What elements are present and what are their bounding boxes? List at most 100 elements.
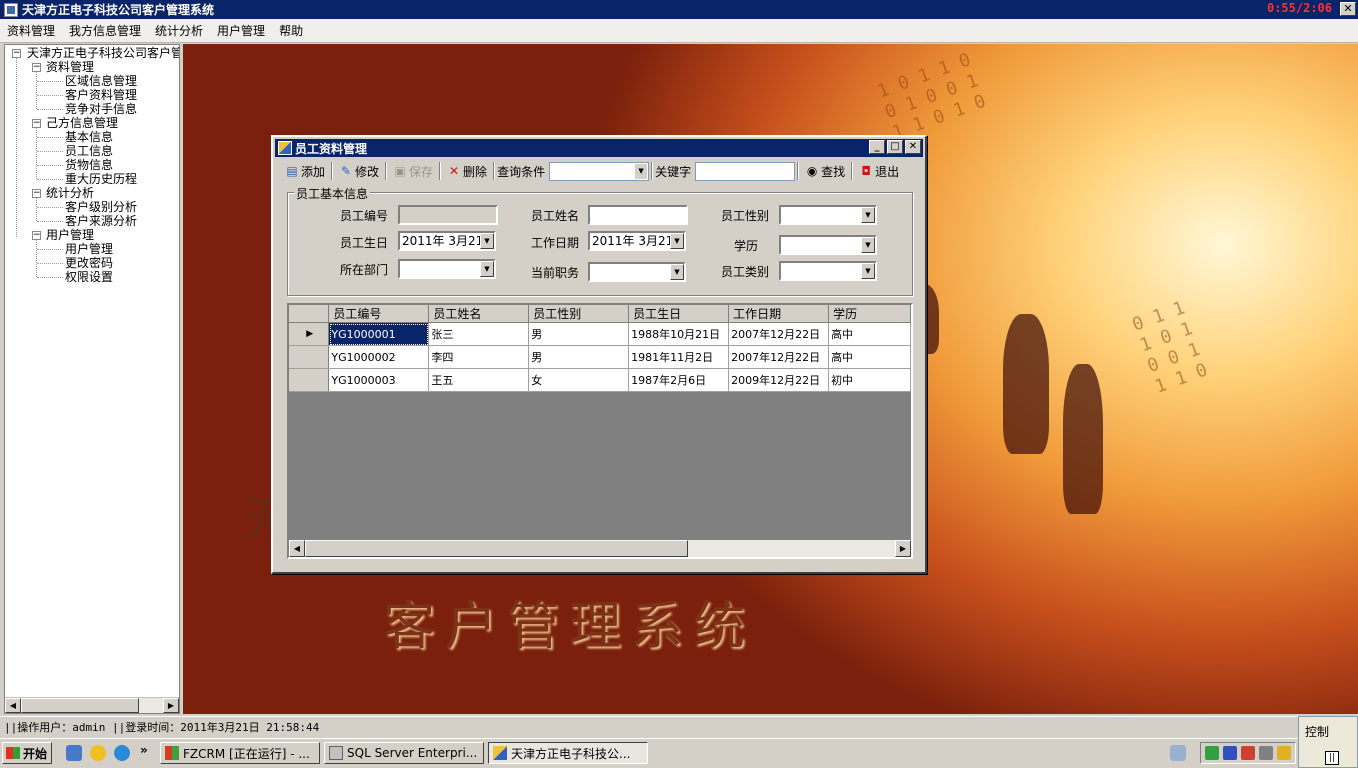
table-row[interactable]: YG1000003 王五 女 1987年2月6日 2009年12月22日 初中	[289, 368, 911, 392]
keyword-input[interactable]	[695, 161, 796, 181]
tray-status-icon[interactable]	[1205, 746, 1219, 760]
table-cell[interactable]: 2007年12月22日	[728, 345, 830, 369]
emp-type-select[interactable]: ▼	[779, 261, 877, 281]
table-cell[interactable]: 张三	[428, 322, 530, 346]
table-cell[interactable]: 2009年12月22日	[728, 368, 830, 392]
tree-item-basic-info[interactable]: 基本信息	[65, 130, 113, 144]
tree-item-source-analysis[interactable]: 客户来源分析	[65, 214, 137, 228]
minimize-icon[interactable]: _	[869, 140, 885, 154]
chevron-down-icon[interactable]: ▼	[861, 237, 875, 253]
tree-item-customer[interactable]: 客户资料管理	[65, 88, 137, 102]
table-cell[interactable]: 1981年11月2日	[628, 345, 730, 369]
network-icon[interactable]	[1170, 745, 1186, 761]
tree-node-statistics[interactable]: 统计分析	[46, 186, 94, 200]
tree-item-goods-info[interactable]: 货物信息	[65, 158, 113, 172]
menu-statistics[interactable]: 统计分析	[148, 22, 210, 39]
scroll-thumb[interactable]	[21, 698, 139, 713]
exit-button[interactable]: ◘ 退出	[855, 161, 903, 181]
tree-node-data-management[interactable]: 资料管理	[46, 60, 94, 74]
position-select[interactable]: ▼	[588, 262, 686, 282]
chevron-down-icon[interactable]: ▼	[480, 261, 494, 277]
tree-node-user-management[interactable]: 用户管理	[46, 228, 94, 242]
table-row[interactable]: YG1000002 李四 男 1981年11月2日 2007年12月22日 高中	[289, 345, 911, 369]
table-cell[interactable]: 李四	[428, 345, 530, 369]
collapse-icon[interactable]: −	[12, 49, 21, 58]
column-header[interactable]: 员工生日	[628, 305, 730, 323]
delete-button[interactable]: ✕ 删除	[443, 161, 491, 181]
tree-item-permissions[interactable]: 权限设置	[65, 270, 113, 284]
table-row[interactable]: ▶ YG1000001 张三 男 1988年10月21日 2007年12月22日…	[289, 322, 911, 346]
menu-user-management[interactable]: 用户管理	[210, 22, 272, 39]
scroll-right-icon[interactable]: ▶	[895, 540, 911, 557]
scroll-left-icon[interactable]: ◀	[289, 540, 305, 557]
tray-speaker-icon[interactable]	[1259, 746, 1273, 760]
emp-id-field[interactable]	[398, 205, 498, 225]
table-cell[interactable]: 男	[528, 345, 630, 369]
current-row-icon[interactable]: ▶	[289, 322, 330, 346]
table-cell[interactable]: 女	[528, 368, 630, 392]
table-cell[interactable]: 2007年12月22日	[728, 322, 830, 346]
table-cell[interactable]: 1988年10月21日	[628, 322, 730, 346]
chevron-down-icon[interactable]: ▼	[861, 207, 875, 223]
qq-icon[interactable]	[90, 745, 106, 761]
collapse-icon[interactable]: −	[32, 119, 41, 128]
column-header[interactable]: 学历	[828, 305, 911, 323]
chevron-down-icon[interactable]: ▼	[480, 233, 494, 249]
collapse-icon[interactable]: −	[32, 231, 41, 240]
tree-horizontal-scrollbar[interactable]: ◀ ▶	[5, 697, 179, 713]
add-button[interactable]: ▤ 添加	[281, 161, 329, 181]
desktop-icon[interactable]	[66, 745, 82, 761]
row-header[interactable]	[289, 368, 330, 392]
task-sql-server[interactable]: SQL Server Enterpri...	[324, 742, 484, 764]
scroll-right-icon[interactable]: ▶	[163, 698, 179, 713]
table-cell[interactable]: 初中	[828, 368, 911, 392]
column-header[interactable]: 员工编号	[328, 305, 430, 323]
table-cell[interactable]: 高中	[828, 322, 911, 346]
education-select[interactable]: ▼	[779, 235, 877, 255]
start-button[interactable]: 开始	[2, 742, 52, 764]
work-date-picker[interactable]: 2011年 3月21日 ▼	[588, 231, 686, 251]
tree-item-user-management[interactable]: 用户管理	[65, 242, 113, 256]
tree-item-history[interactable]: 重大历史历程	[65, 172, 137, 186]
chevron-down-icon[interactable]: ▼	[861, 263, 875, 279]
edit-button[interactable]: ✎ 修改	[335, 161, 383, 181]
chevron-down-icon[interactable]: ▼	[670, 264, 684, 280]
ie-icon[interactable]	[114, 745, 130, 761]
close-icon[interactable]: ✕	[905, 140, 921, 154]
maximize-icon[interactable]: □	[887, 140, 903, 154]
menu-data-management[interactable]: 资料管理	[0, 22, 62, 39]
table-cell[interactable]: 王五	[428, 368, 530, 392]
task-crm-app[interactable]: 天津方正电子科技公...	[488, 742, 648, 764]
navigation-tree[interactable]: − 天津方正电子科技公司客户管 − 资料管理 区域信息管理 客户资料管理 竞争对…	[4, 44, 180, 714]
tree-item-change-password[interactable]: 更改密码	[65, 256, 113, 270]
chevron-right-icon[interactable]: »	[140, 743, 148, 757]
grid-horizontal-scrollbar[interactable]: ◀ ▶	[289, 540, 911, 557]
column-header[interactable]: 工作日期	[728, 305, 830, 323]
scroll-left-icon[interactable]: ◀	[5, 698, 21, 713]
tree-item-employee-info[interactable]: 员工信息	[65, 144, 113, 158]
table-cell[interactable]: 1987年2月6日	[628, 368, 730, 392]
task-fzcrm[interactable]: FZCRM [正在运行] - ...	[160, 742, 320, 764]
table-cell[interactable]: YG1000002	[328, 345, 430, 369]
pause-icon[interactable]: ||	[1325, 751, 1339, 765]
tray-shield-icon[interactable]	[1277, 746, 1291, 760]
scroll-thumb[interactable]	[305, 540, 688, 557]
emp-name-field[interactable]	[588, 205, 688, 225]
employee-grid[interactable]: 员工编号 员工姓名 员工性别 员工生日 工作日期 学历 ▶ YG1000001 …	[287, 303, 913, 559]
tray-monitor-icon[interactable]	[1223, 746, 1237, 760]
tree-item-competitor[interactable]: 竞争对手信息	[65, 102, 137, 116]
birth-date-picker[interactable]: 2011年 3月21日 ▼	[398, 231, 496, 251]
search-button[interactable]: ◉ 查找	[801, 161, 849, 181]
chevron-down-icon[interactable]: ▼	[635, 163, 648, 179]
column-header[interactable]: 员工姓名	[428, 305, 530, 323]
table-cell[interactable]: YG1000003	[328, 368, 430, 392]
table-cell[interactable]: YG1000001	[328, 322, 430, 346]
dept-select[interactable]: ▼	[398, 259, 496, 279]
table-cell[interactable]: 高中	[828, 345, 911, 369]
table-cell[interactable]: 男	[528, 322, 630, 346]
emp-gender-select[interactable]: ▼	[779, 205, 877, 225]
tray-antivirus-icon[interactable]	[1241, 746, 1255, 760]
chevron-down-icon[interactable]: ▼	[670, 233, 684, 249]
collapse-icon[interactable]: −	[32, 63, 41, 72]
dialog-titlebar[interactable]: 员工资料管理 _ □ ✕	[275, 139, 923, 157]
